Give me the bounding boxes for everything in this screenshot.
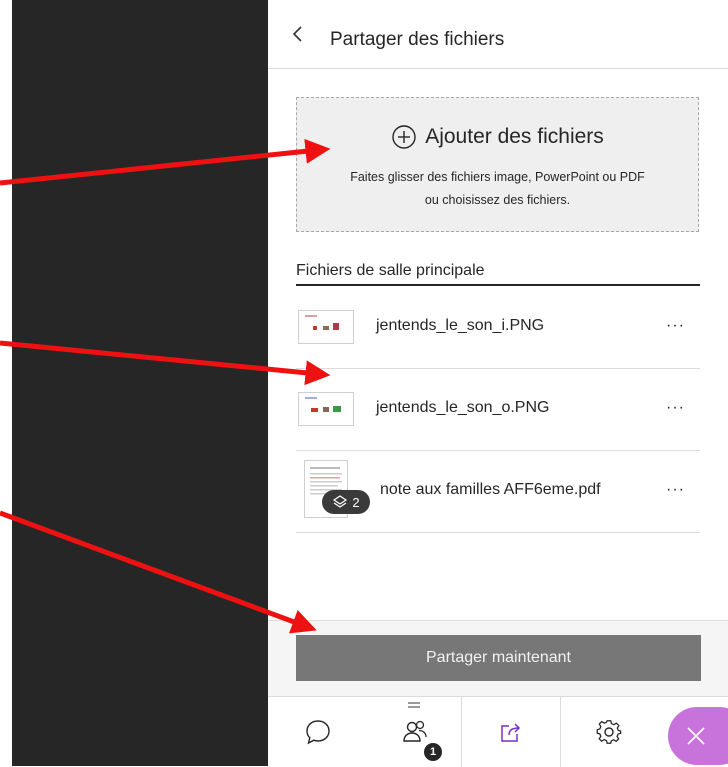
share-files-panel: Partager des fichiers Ajouter des fichie… bbox=[268, 0, 728, 767]
file-thumbnail bbox=[298, 310, 354, 344]
file-row[interactable]: jentends_le_son_i.PNG ··· bbox=[296, 286, 700, 369]
tab-participants[interactable]: 1 bbox=[368, 697, 461, 767]
tab-settings[interactable] bbox=[559, 697, 659, 767]
tab-chat[interactable] bbox=[268, 697, 368, 767]
file-name: note aux familles AFF6eme.pdf bbox=[380, 481, 601, 498]
bottom-toolbar: 1 bbox=[268, 696, 728, 767]
add-files-dropzone[interactable]: Ajouter des fichiers Faites glisser des … bbox=[296, 97, 699, 232]
panel-header: Partager des fichiers bbox=[268, 0, 728, 69]
file-name: jentends_le_son_i.PNG bbox=[376, 317, 545, 334]
more-options-button[interactable]: ··· bbox=[666, 317, 685, 335]
file-row[interactable]: jentends_le_son_o.PNG ··· bbox=[296, 368, 700, 451]
tab-share-content[interactable] bbox=[461, 697, 561, 767]
page-margin bbox=[0, 0, 12, 766]
share-now-button[interactable]: Partager maintenant bbox=[296, 635, 701, 681]
file-thumbnail bbox=[298, 392, 354, 426]
users-icon bbox=[402, 720, 427, 742]
image-thumbnail-icon bbox=[305, 315, 339, 330]
more-options-button[interactable]: ··· bbox=[666, 481, 685, 499]
page-count: 2 bbox=[352, 494, 360, 510]
dropzone-hint-line2: ou choisissez des fichiers. bbox=[424, 193, 571, 207]
plus-circle-icon bbox=[392, 125, 416, 149]
share-arrow-icon bbox=[501, 723, 521, 742]
layers-icon bbox=[333, 495, 348, 508]
chevron-left-icon bbox=[292, 26, 302, 42]
panel-title: Partager des fichiers bbox=[330, 29, 505, 50]
dropzone-hint-line1: Faites glisser des fichiers image, Power… bbox=[350, 170, 645, 184]
back-button[interactable] bbox=[288, 22, 310, 46]
dropzone-hint: Faites glisser des fichiers image, Power… bbox=[297, 166, 698, 212]
more-options-button[interactable]: ··· bbox=[666, 399, 685, 417]
image-thumbnail-icon bbox=[305, 397, 341, 412]
main-stage-area bbox=[12, 0, 268, 766]
chat-bubble-icon bbox=[306, 720, 330, 745]
file-row[interactable]: 2 note aux familles AFF6eme.pdf ··· bbox=[296, 450, 700, 533]
page-count-badge: 2 bbox=[322, 490, 370, 514]
close-icon bbox=[687, 727, 705, 745]
participants-count-badge: 1 bbox=[424, 743, 442, 761]
menu-icon bbox=[408, 702, 420, 708]
file-name: jentends_le_son_o.PNG bbox=[376, 399, 550, 416]
files-section-title: Fichiers de salle principale bbox=[296, 262, 485, 279]
add-files-button[interactable]: Ajouter des fichiers bbox=[297, 124, 698, 150]
add-files-label: Ajouter des fichiers bbox=[425, 125, 604, 148]
close-panel-button[interactable] bbox=[668, 707, 728, 765]
gear-icon bbox=[596, 720, 622, 744]
